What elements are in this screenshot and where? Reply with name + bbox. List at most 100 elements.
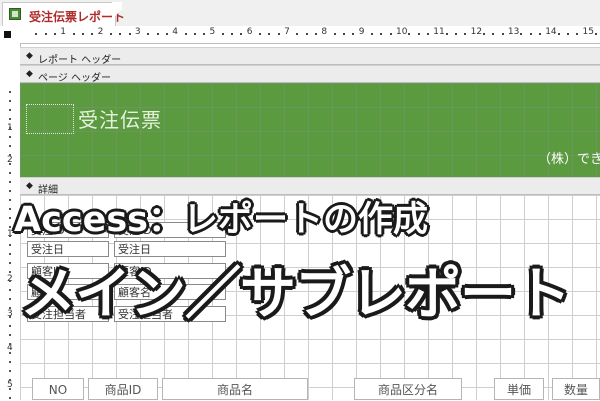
ruler-select-corner[interactable] xyxy=(0,26,16,43)
vertical-ruler-dot xyxy=(9,244,11,246)
vertical-ruler-dot xyxy=(9,136,11,138)
column-header-quantity[interactable]: 数量 xyxy=(552,378,600,400)
vertical-ruler-dot xyxy=(9,334,11,336)
ruler-dot xyxy=(557,33,560,35)
report-header-section-bar[interactable]: ◆ レポート ヘッダー xyxy=(20,47,600,66)
ruler-dot xyxy=(44,33,47,35)
column-header-no[interactable]: NO xyxy=(32,378,84,400)
vertical-ruler-dot xyxy=(9,127,11,129)
vertical-ruler-dot xyxy=(9,181,11,183)
ruler-dot xyxy=(81,33,84,35)
ruler-dot xyxy=(231,33,234,35)
column-header-product-category[interactable]: 商品区分名 xyxy=(354,378,462,400)
vertical-ruler-dot xyxy=(9,190,11,192)
report-title-label[interactable]: 受注伝票 xyxy=(78,104,162,133)
ruler-dot xyxy=(315,33,318,35)
overlay-subtitle: Access：レポートの作成 xyxy=(14,200,428,240)
ruler-dot xyxy=(594,33,597,35)
vertical-ruler-dot xyxy=(9,100,11,102)
section-arrow-icon: ◆ xyxy=(26,181,33,191)
ruler-number: 5 xyxy=(209,27,216,37)
ruler-dot xyxy=(193,33,196,35)
ruler-dot xyxy=(259,33,262,35)
vertical-ruler-dot xyxy=(9,91,11,93)
ruler-dot xyxy=(147,33,150,35)
ruler-dot xyxy=(389,33,392,35)
column-header-unit-price[interactable]: 単価 xyxy=(494,378,544,400)
page-header-label: ページ ヘッダー xyxy=(38,73,111,84)
vertical-ruler-dot xyxy=(9,253,11,255)
report-tab[interactable]: 受注伝票レポート xyxy=(2,2,125,27)
overlay-title: メイン／サブレポート xyxy=(20,262,571,327)
vertical-ruler-dot xyxy=(9,325,11,327)
ruler-dot xyxy=(445,33,448,35)
vertical-ruler-dot xyxy=(9,316,11,318)
ruler-dot xyxy=(343,33,346,35)
ruler-dot xyxy=(53,33,56,35)
vertical-ruler-dot xyxy=(9,145,11,147)
ruler-dot xyxy=(240,33,243,35)
vertical-ruler-dot xyxy=(9,280,11,282)
vertical-ruler-dot xyxy=(9,388,11,390)
ruler-number: 8 xyxy=(321,27,328,37)
ruler-dot xyxy=(333,33,336,35)
ruler-dot xyxy=(72,33,75,35)
ruler-number: 1 xyxy=(60,27,67,37)
report-icon xyxy=(9,8,21,20)
ruler-dot xyxy=(454,33,457,35)
vertical-ruler-dot xyxy=(9,163,11,165)
vertical-ruler-dot xyxy=(9,370,11,372)
ruler-dot xyxy=(156,33,159,35)
ruler-dot xyxy=(426,33,429,35)
report-header-label: レポート ヘッダー xyxy=(38,55,122,66)
vertical-ruler-dot xyxy=(9,226,11,228)
ruler-dot xyxy=(184,33,187,35)
ruler-dot xyxy=(35,33,38,35)
column-header-product-name[interactable]: 商品名 xyxy=(162,378,308,400)
vertical-ruler-dot xyxy=(9,352,11,354)
vertical-ruler-dot xyxy=(9,109,11,111)
vertical-ruler-dot xyxy=(9,262,11,264)
company-name-label[interactable]: （株）でき xyxy=(538,148,600,167)
ruler-dot xyxy=(128,33,131,35)
vertical-ruler-dot xyxy=(9,118,11,120)
section-arrow-icon: ◆ xyxy=(26,51,33,61)
ruler-dot xyxy=(296,33,299,35)
header-dotted-frame xyxy=(26,104,74,134)
section-arrow-icon: ◆ xyxy=(26,69,33,79)
ruler-number: 3 xyxy=(134,27,141,37)
ruler-dot xyxy=(203,33,206,35)
vertical-ruler-dot xyxy=(9,307,11,309)
vertical-ruler-number: 1 xyxy=(7,229,13,239)
vertical-ruler-dot xyxy=(9,217,11,219)
ruler-number: 12 xyxy=(470,27,483,37)
ruler-number: 9 xyxy=(358,27,365,37)
ruler-dot xyxy=(501,33,504,35)
report-tab-label: 受注伝票レポート xyxy=(29,10,126,24)
ruler-dot xyxy=(576,33,579,35)
ruler-dot xyxy=(371,33,374,35)
vertical-ruler-dot xyxy=(9,199,11,201)
vertical-ruler-dot xyxy=(9,208,11,210)
ruler-dot xyxy=(529,33,532,35)
ruler-dot xyxy=(352,33,355,35)
ruler-dot xyxy=(109,33,112,35)
vertical-ruler-number: 2 xyxy=(7,274,13,284)
ruler-dot xyxy=(91,33,94,35)
ruler-number: 2 xyxy=(97,27,104,37)
vertical-ruler-dot xyxy=(9,298,11,300)
ruler-number: 14 xyxy=(545,27,557,37)
ruler-dot xyxy=(492,33,495,35)
ruler-number: 15 xyxy=(582,27,594,37)
ruler-dot xyxy=(566,33,569,35)
vertical-ruler-dot xyxy=(9,172,11,174)
ruler-number: 10 xyxy=(396,27,408,37)
horizontal-ruler[interactable]: 1 2 3 4 5 6 7 8 9 10 11 12 13 14 15 xyxy=(0,26,600,44)
page-header-section-bar[interactable]: ◆ ページ ヘッダー xyxy=(20,65,600,84)
column-header-product-id[interactable]: 商品ID xyxy=(88,378,158,400)
vertical-ruler-dot xyxy=(9,154,11,156)
document-tab-strip: 受注伝票レポート xyxy=(0,0,600,27)
vertical-ruler-dot xyxy=(9,235,11,237)
tab-corner xyxy=(112,2,122,26)
ruler-number: 7 xyxy=(284,27,290,37)
